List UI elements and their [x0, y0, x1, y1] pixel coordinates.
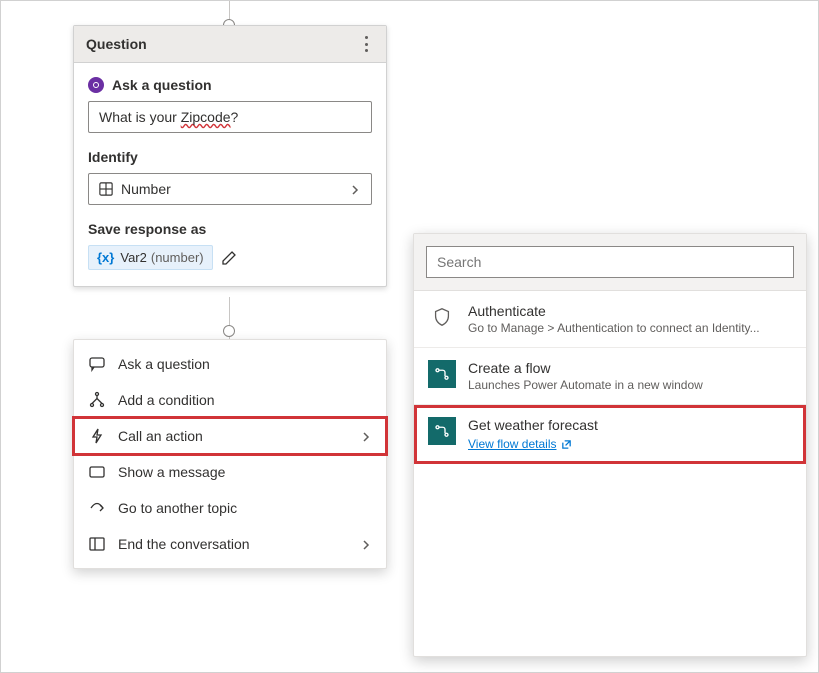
chevron-right-icon	[360, 430, 372, 442]
number-type-icon	[99, 182, 113, 196]
flyout-item-authenticate[interactable]: Authenticate Go to Manage > Authenticati…	[414, 291, 806, 348]
menu-item-add-condition[interactable]: Add a condition	[74, 382, 386, 418]
menu-item-label: Show a message	[118, 464, 372, 480]
share-arrow-icon	[88, 499, 106, 517]
variable-name: Var2	[120, 250, 147, 265]
panel-icon	[88, 535, 106, 553]
flyout-item-create-flow[interactable]: Create a flow Launches Power Automate in…	[414, 348, 806, 405]
flyout-search-input[interactable]	[426, 246, 794, 278]
action-picker-flyout: Authenticate Go to Manage > Authenticati…	[413, 233, 807, 657]
chat-icon	[88, 355, 106, 373]
menu-item-show-message[interactable]: Show a message	[74, 454, 386, 490]
add-node-menu: Ask a question Add a condition Call an a…	[73, 339, 387, 569]
ask-question-label-text: Ask a question	[112, 77, 212, 93]
identify-value: Number	[121, 181, 349, 197]
flyout-item-get-weather[interactable]: Get weather forecast View flow details	[414, 405, 806, 464]
flyout-item-desc: Go to Manage > Authentication to connect…	[468, 321, 792, 335]
menu-item-ask-question[interactable]: Ask a question	[74, 346, 386, 382]
menu-item-label: Ask a question	[118, 356, 372, 372]
flyout-item-title: Get weather forecast	[468, 417, 792, 433]
chevron-right-icon	[349, 183, 361, 195]
menu-item-label: Call an action	[118, 428, 360, 444]
connector-dot-mid	[223, 325, 235, 337]
save-response-label: Save response as	[88, 221, 372, 237]
question-bullet-icon	[88, 77, 104, 93]
flow-icon	[428, 417, 456, 445]
variable-chip[interactable]: {x} Var2 (number)	[88, 245, 213, 270]
edit-pencil-icon[interactable]	[221, 250, 237, 266]
flyout-item-title: Authenticate	[468, 303, 792, 319]
question-text-prefix: What is your	[99, 109, 181, 125]
ask-question-section-label: Ask a question	[88, 77, 372, 93]
variable-type: (number)	[151, 250, 204, 265]
question-node-card: Question Ask a question What is your Zip…	[73, 25, 387, 287]
question-text-input[interactable]: What is your Zipcode?	[88, 101, 372, 133]
bolt-icon	[88, 427, 106, 445]
view-flow-details-link[interactable]: View flow details	[468, 437, 572, 451]
message-icon	[88, 463, 106, 481]
flyout-item-desc: Launches Power Automate in a new window	[468, 378, 792, 392]
branch-icon	[88, 391, 106, 409]
flyout-link-text: View flow details	[468, 437, 557, 451]
flow-icon	[428, 360, 456, 388]
menu-item-label: Add a condition	[118, 392, 372, 408]
menu-item-call-action[interactable]: Call an action	[74, 418, 386, 454]
menu-item-label: End the conversation	[118, 536, 360, 552]
menu-item-end-conversation[interactable]: End the conversation	[74, 526, 386, 562]
flyout-item-title: Create a flow	[468, 360, 792, 376]
variable-brace-icon: {x}	[97, 250, 114, 265]
menu-item-label: Go to another topic	[118, 500, 372, 516]
question-text-suffix: ?	[231, 109, 239, 125]
question-card-title: Question	[86, 36, 358, 52]
menu-item-go-topic[interactable]: Go to another topic	[74, 490, 386, 526]
chevron-right-icon	[360, 538, 372, 550]
more-options-icon[interactable]	[358, 36, 374, 52]
identify-dropdown[interactable]: Number	[88, 173, 372, 205]
external-link-icon	[561, 439, 572, 450]
question-card-header: Question	[74, 26, 386, 63]
question-text-word: Zipcode	[181, 109, 231, 125]
identify-label: Identify	[88, 149, 372, 165]
shield-icon	[428, 303, 456, 331]
